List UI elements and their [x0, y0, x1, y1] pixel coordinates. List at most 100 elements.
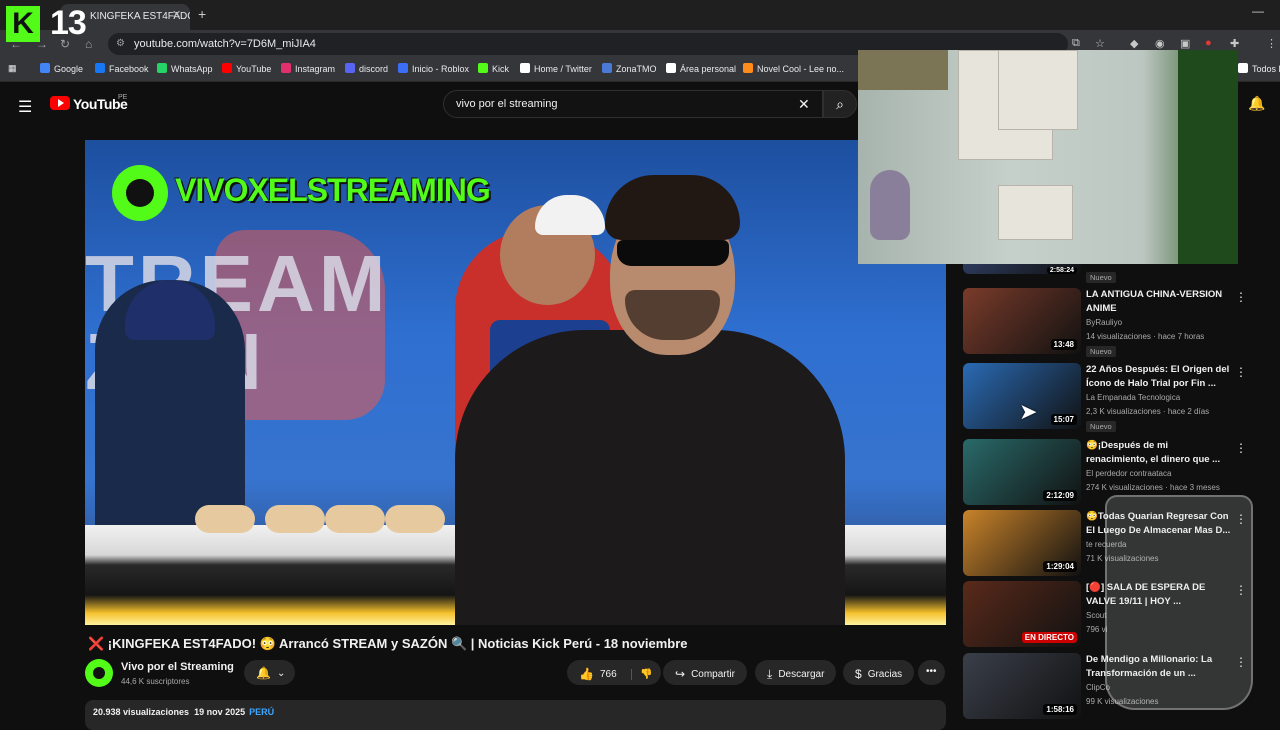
bookmark-favicon-icon: [95, 63, 105, 73]
description-meta: 20.938 visualizaciones 19 nov 2025 PERÚ: [93, 707, 274, 717]
bookmark-label: Facebook: [109, 64, 149, 74]
thanks-label: Gracias: [867, 669, 903, 680]
recommended-channel[interactable]: ByRauliyo: [1086, 318, 1122, 327]
bookmark-label: Kick: [492, 64, 510, 74]
new-badge: Nuevo: [1086, 272, 1116, 283]
recommended-video[interactable]: 2:58:24 Nuevo: [963, 264, 1263, 286]
video-title: ❌ ¡KINGFEKA EST4FADO! 😳 Arrancó STREAM y…: [88, 636, 688, 651]
bookmark-item[interactable]: WhatsApp: [157, 63, 213, 74]
subscribe-bell-button[interactable]: 🔔 ⌄: [244, 660, 296, 685]
duration-badge: 1:29:04: [1043, 561, 1077, 572]
video-player[interactable]: TREAMZON VIVOXELSTREAMING: [85, 140, 946, 625]
video-thumbnail[interactable]: 2:12:09: [963, 439, 1081, 505]
more-options-icon[interactable]: ⋮: [1235, 441, 1247, 455]
recommended-channel[interactable]: Scout: [1086, 611, 1106, 620]
bookmark-favicon-icon: [281, 63, 291, 73]
more-actions-button[interactable]: •••: [918, 660, 945, 685]
recommended-title[interactable]: 😳¡Después de mi renacimiento, el dinero …: [1086, 439, 1231, 467]
like-button[interactable]: 👍 766: [579, 667, 617, 681]
video-sunglasses: [617, 240, 729, 266]
bookmark-item[interactable]: Home / Twitter: [520, 63, 592, 74]
thanks-button[interactable]: $ Gracias: [843, 660, 915, 685]
recommended-channel[interactable]: La Empanada Tecnologica: [1086, 393, 1180, 402]
new-tab-icon[interactable]: +: [198, 6, 206, 22]
bookmark-item[interactable]: Área personal: [666, 63, 736, 74]
install-app-icon[interactable]: ⧉: [1072, 37, 1080, 50]
duration-badge: 15:07: [1050, 414, 1077, 425]
bookmark-item[interactable]: Novel Cool - Lee no...: [743, 63, 844, 74]
menu-hamburger-icon[interactable]: ☰: [18, 97, 32, 117]
duration-badge: 1:58:16: [1043, 704, 1077, 715]
more-icon: •••: [926, 666, 937, 677]
thanks-icon: $: [855, 667, 862, 681]
bookmark-label: Todos los: [1252, 64, 1280, 74]
new-badge: Nuevo: [1086, 346, 1116, 357]
video-thumbnail[interactable]: 1:58:16: [963, 653, 1081, 719]
video-thumbnail[interactable]: 1:29:04: [963, 510, 1081, 576]
recommended-title[interactable]: LA ANTIGUA CHINA-VERSION ANIME: [1086, 288, 1231, 316]
video-thumbnail[interactable]: 13:48: [963, 288, 1081, 354]
recommended-channel[interactable]: El perdedor contraataca: [1086, 469, 1171, 478]
video-thumbnail[interactable]: EN DIRECTO: [963, 581, 1081, 647]
bookmark-star-icon[interactable]: ☆: [1095, 37, 1105, 50]
share-icon: ↪: [675, 667, 686, 681]
webcam-plush-toy: [870, 170, 910, 240]
live-badge: EN DIRECTO: [1021, 632, 1077, 643]
webcam-paper: [998, 50, 1078, 130]
webcam-poster: [858, 50, 948, 90]
bookmark-favicon-icon: [478, 63, 488, 73]
bookmark-item[interactable]: YouTube: [222, 63, 271, 74]
recommended-title[interactable]: 22 Años Después: El Origen del Ícono de …: [1086, 363, 1231, 391]
extension-icon[interactable]: ◉: [1155, 37, 1165, 50]
clear-search-icon[interactable]: ✕: [798, 96, 810, 113]
bookmark-item[interactable]: Instagram: [281, 63, 335, 74]
chrome-menu-icon[interactable]: ⋮: [1266, 37, 1277, 50]
recommended-meta: 2,3 K visualizaciones · hace 2 días: [1086, 407, 1210, 416]
search-input[interactable]: vivo por el streaming: [443, 90, 823, 118]
channel-avatar[interactable]: [85, 659, 113, 687]
extension-icon[interactable]: ●: [1205, 37, 1212, 49]
video-thumbnail[interactable]: 2:58:24: [963, 264, 1081, 274]
recommended-meta: 274 K visualizaciones · hace 3 meses: [1086, 483, 1220, 492]
channel-watermark-text: VIVOXELSTREAMING: [175, 172, 491, 208]
bell-icon: 🔔: [256, 666, 271, 680]
share-button[interactable]: ↪ Compartir: [663, 660, 747, 685]
hashtag-link[interactable]: PERÚ: [249, 707, 274, 717]
bookmark-item[interactable]: discord: [345, 63, 388, 74]
bookmark-favicon-icon: [345, 63, 355, 73]
bookmark-favicon-icon: [520, 63, 530, 73]
recommended-video[interactable]: 13:48 LA ANTIGUA CHINA-VERSION ANIME ByRau…: [963, 288, 1263, 360]
webcam-overlay: [858, 50, 1238, 264]
extensions-puzzle-icon[interactable]: ✚: [1230, 37, 1239, 50]
site-info-icon[interactable]: ⚙: [116, 38, 125, 49]
webcam-paper: [998, 185, 1073, 240]
bookmark-favicon-icon: [602, 63, 612, 73]
bookmark-label: Área personal: [680, 64, 737, 74]
more-options-icon[interactable]: ⋮: [1235, 365, 1247, 379]
video-food: [195, 505, 255, 533]
channel-name[interactable]: Vivo por el Streaming: [121, 661, 234, 673]
dislike-button[interactable]: 👎: [631, 669, 653, 680]
extension-icon[interactable]: ▣: [1180, 37, 1190, 50]
bookmark-item[interactable]: ZonaTMO: [602, 63, 657, 74]
bookmark-label: WhatsApp: [171, 64, 213, 74]
mouse-cursor-icon: ➤: [1019, 399, 1038, 424]
window-minimize-icon[interactable]: —: [1252, 4, 1264, 18]
bookmark-item[interactable]: Inicio - Roblox: [398, 63, 469, 74]
bookmark-item[interactable]: Facebook: [95, 63, 149, 74]
tab-close-icon[interactable]: ✕: [172, 8, 181, 21]
bookmark-item[interactable]: Google: [40, 63, 83, 74]
duration-badge: 2:12:09: [1043, 490, 1077, 501]
youtube-logo-icon[interactable]: [50, 96, 70, 110]
view-count: 20.938 visualizaciones: [93, 707, 190, 717]
more-options-icon[interactable]: ⋮: [1235, 290, 1247, 304]
home-icon[interactable]: ⌂: [85, 37, 92, 51]
download-button[interactable]: ⤓ Descargar: [755, 660, 837, 685]
bookmark-item[interactable]: Kick: [478, 63, 509, 74]
bookmark-item[interactable]: Todos los: [1238, 63, 1280, 74]
search-button[interactable]: ⌕: [823, 90, 857, 118]
extension-icon[interactable]: ◆: [1130, 37, 1138, 50]
recommended-video[interactable]: 15:07 22 Años Después: El Origen del Ícon…: [963, 363, 1263, 435]
notifications-bell-icon[interactable]: 🔔: [1248, 95, 1265, 112]
apps-grid-icon[interactable]: ▦: [8, 63, 17, 74]
